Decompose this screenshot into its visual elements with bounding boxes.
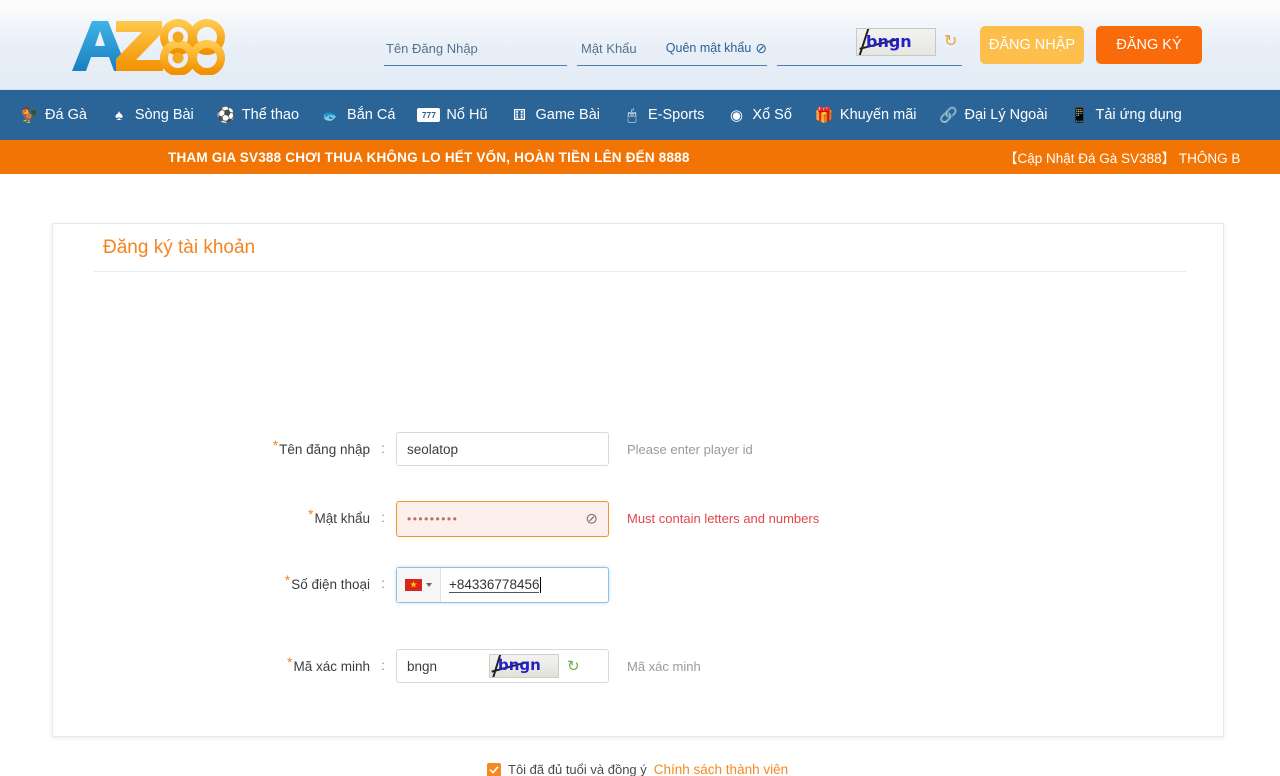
terms-text: Tôi đã đủ tuổi và đồng ý [508, 762, 647, 776]
username-input[interactable] [397, 433, 608, 465]
nav-item-label: Game Bài [535, 107, 600, 123]
nav-item-3[interactable]: 🐟 Bắn Cá [310, 90, 406, 140]
phone-label: *Số điện thoại [284, 572, 370, 592]
nav-item-label: Đại Lý Ngoài [964, 107, 1048, 123]
field-row-username: *Tên đăng nhập : Please enter player id [0, 432, 1280, 466]
username-input-box[interactable] [396, 432, 609, 466]
casino-chip-icon: ♠ [114, 106, 123, 124]
required-asterisk: * [287, 654, 293, 670]
header-username-field[interactable] [384, 32, 567, 66]
nav-item-10[interactable]: 📱 Tải ứng dụng [1059, 90, 1193, 140]
phone-value-wrap[interactable]: +84336778456 [441, 577, 608, 593]
password-input[interactable] [397, 502, 608, 536]
flag-star: ★ [409, 579, 418, 590]
rooster-icon: 🐓 [19, 106, 39, 124]
header-captcha-text: bngn [866, 32, 912, 51]
nav-item-label: Xổ Số [752, 107, 792, 123]
forgot-password-link[interactable]: Quên mật khẩu ⊘ [666, 41, 767, 56]
nav-item-4[interactable]: 777 Nổ Hũ [406, 90, 498, 140]
password-error-hint: Must contain letters and numbers [627, 511, 820, 526]
check-icon [489, 766, 499, 773]
captcha-input-box[interactable]: bngn ↻ [396, 649, 609, 683]
nav-item-0[interactable]: 🐓 Đá Gà [8, 90, 98, 140]
country-select[interactable]: ★ [397, 568, 441, 602]
promo-marquee: THAM GIA SV388 CHƠI THUA KHÔNG LO HẾT VỐ… [0, 140, 1280, 174]
gift-icon: 🎁 [814, 106, 834, 124]
domino-icon: ⚅ [512, 106, 527, 124]
username-hint: Please enter player id [627, 442, 753, 457]
field-row-phone: *Số điện thoại : ★ +84336778456 [0, 567, 1280, 603]
member-policy-link[interactable]: Chính sách thành viên [654, 762, 788, 776]
field-row-captcha: *Mã xác minh : bngn ↻ Mã xác minh [0, 649, 1280, 683]
captcha-image[interactable]: bngn [489, 654, 559, 678]
refresh-icon[interactable]: ↻ [944, 34, 957, 50]
required-asterisk: * [284, 572, 291, 588]
page-title: Đăng ký tài khoản [103, 237, 256, 258]
marquee-main-text: THAM GIA SV388 CHƠI THUA KHÔNG LO HẾT VỐ… [168, 149, 690, 165]
required-asterisk: * [272, 437, 279, 453]
forgot-password-label: Quên mật khẩu [665, 41, 752, 55]
terms-checkbox[interactable] [487, 762, 501, 776]
nav-item-label: Bắn Cá [347, 107, 396, 123]
mouse-icon: 🖱 [627, 106, 637, 124]
nav-item-9[interactable]: 🔗 Đại Lý Ngoài [928, 90, 1059, 140]
captcha-label: *Mã xác minh [287, 654, 370, 674]
nav-item-1[interactable]: ♠ Sòng Bài [98, 90, 205, 140]
username-colon: : [381, 441, 385, 456]
soccer-ball-icon: ⚽ [216, 106, 236, 124]
nav-item-label: E-Sports [648, 107, 705, 123]
text-cursor [540, 577, 542, 593]
required-asterisk: * [308, 506, 314, 522]
header-password-field[interactable]: Quên mật khẩu ⊘ [577, 32, 767, 66]
nav-item-label: Đá Gà [45, 107, 87, 123]
password-colon: : [381, 510, 385, 525]
logo-az888 [72, 19, 225, 75]
captcha-image-text: bngn [498, 656, 541, 674]
nav-item-2[interactable]: ⚽ Thể thao [205, 90, 310, 140]
header-captcha-group: bngn ↻ [856, 28, 957, 56]
vietnam-flag-icon: ★ [405, 579, 422, 591]
refresh-icon[interactable]: ↻ [567, 659, 580, 674]
captcha-hint: Mã xác minh [627, 659, 701, 674]
header-username-input[interactable] [384, 40, 567, 57]
nav-item-8[interactable]: 🎁 Khuyến mãi [803, 90, 928, 140]
nav-item-label: Sòng Bài [134, 107, 194, 123]
nav-item-5[interactable]: ⚅ Game Bài [499, 90, 611, 140]
page-body: Đăng ký tài khoản *Tên đăng nhập : Pleas… [0, 174, 1280, 776]
header-captcha-image[interactable]: bngn [856, 28, 936, 56]
nav-item-label: Thể thao [241, 107, 300, 123]
nav-item-6[interactable]: 🖱 E-Sports [611, 90, 715, 140]
eye-off-icon: ⊘ [755, 40, 767, 56]
slot-777-icon: 777 [417, 108, 441, 122]
site-logo[interactable] [68, 14, 240, 76]
terms-row: Tôi đã đủ tuổi và đồng ý Chính sách thàn… [487, 762, 788, 776]
nav-item-label: Khuyến mãi [839, 107, 917, 123]
captcha-input[interactable] [397, 650, 489, 682]
chevron-down-icon [426, 583, 432, 587]
mobile-download-icon: 📱 [1070, 106, 1089, 124]
password-input-box[interactable]: ⊘ [396, 501, 609, 537]
username-label: *Tên đăng nhập [272, 437, 370, 457]
phone-colon: : [381, 576, 385, 591]
nav-item-label: Tải ứng dụng [1095, 107, 1182, 123]
captcha-colon: : [381, 658, 385, 673]
lottery-ball-icon: ◉ [729, 106, 743, 124]
nav-item-label: Nổ Hũ [446, 107, 488, 123]
title-divider [94, 271, 1186, 272]
login-button[interactable]: ĐĂNG NHẬP [980, 26, 1084, 64]
phone-number-value: +84336778456 [449, 577, 540, 593]
link-icon: 🔗 [939, 106, 958, 124]
nav-item-7[interactable]: ◉ Xổ Số [715, 90, 803, 140]
site-header: Quên mật khẩu ⊘ bngn ↻ ĐĂNG NHẬP ĐĂNG KÝ [0, 0, 1280, 90]
header-password-input[interactable] [579, 40, 659, 57]
phone-input-box[interactable]: ★ +84336778456 [396, 567, 609, 603]
register-button[interactable]: ĐĂNG KÝ [1096, 26, 1202, 64]
eye-off-icon[interactable]: ⊘ [585, 512, 598, 527]
main-navigation: 🐓 Đá Gà ♠ Sòng Bài ⚽ Thể thao 🐟 Bắn Cá 777 Nổ Hũ ⚅… [0, 90, 1280, 140]
field-row-password: *Mật khẩu : ⊘ Must contain letters and n… [0, 501, 1280, 537]
fish-icon: 🐟 [321, 106, 341, 124]
password-label: *Mật khẩu [308, 506, 370, 526]
marquee-secondary-text: 【Cập Nhật Đá Gà SV388】 THÔNG B [1004, 151, 1241, 166]
